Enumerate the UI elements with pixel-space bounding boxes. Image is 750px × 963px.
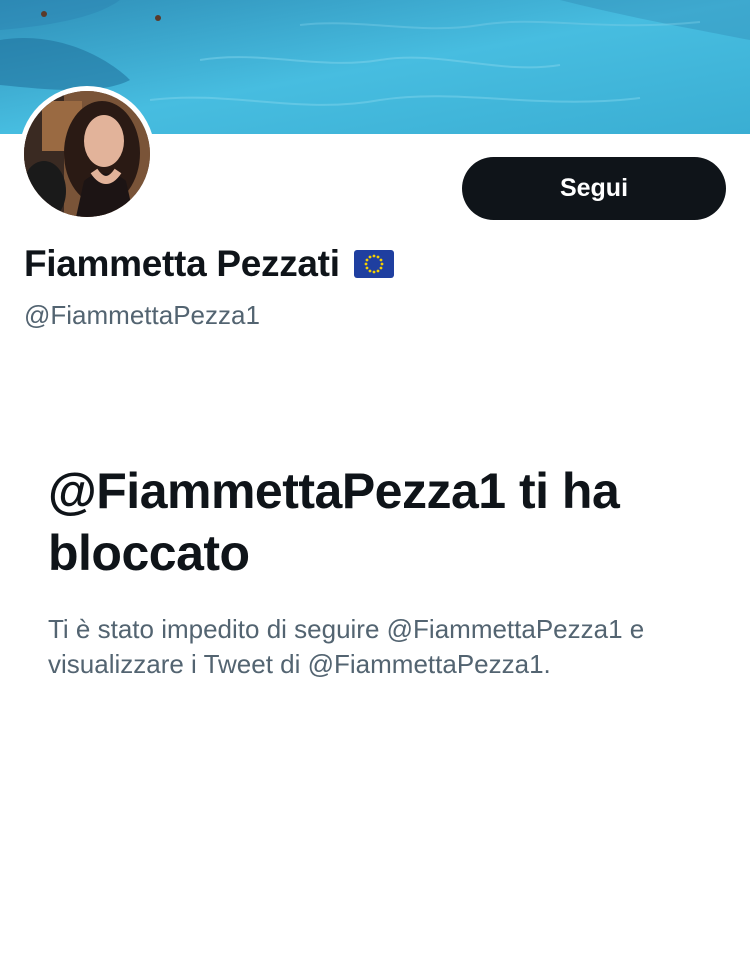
name-row: Fiammetta Pezzati	[24, 243, 394, 285]
avatar-photo	[24, 91, 150, 217]
display-name: Fiammetta Pezzati	[24, 243, 340, 284]
blocked-description: Ti è stato impedito di seguire @Fiammett…	[48, 614, 645, 679]
user-handle: @FiammettaPezza1	[24, 300, 260, 330]
eu-flag-icon	[353, 250, 394, 278]
profile-page: Segui Fiammetta Pezzati @FiammettaPezza1…	[0, 0, 750, 963]
blocked-title: @FiammettaPezza1 ti ha bloccato	[48, 463, 620, 581]
avatar[interactable]	[24, 91, 150, 217]
follow-button[interactable]: Segui	[462, 157, 726, 220]
